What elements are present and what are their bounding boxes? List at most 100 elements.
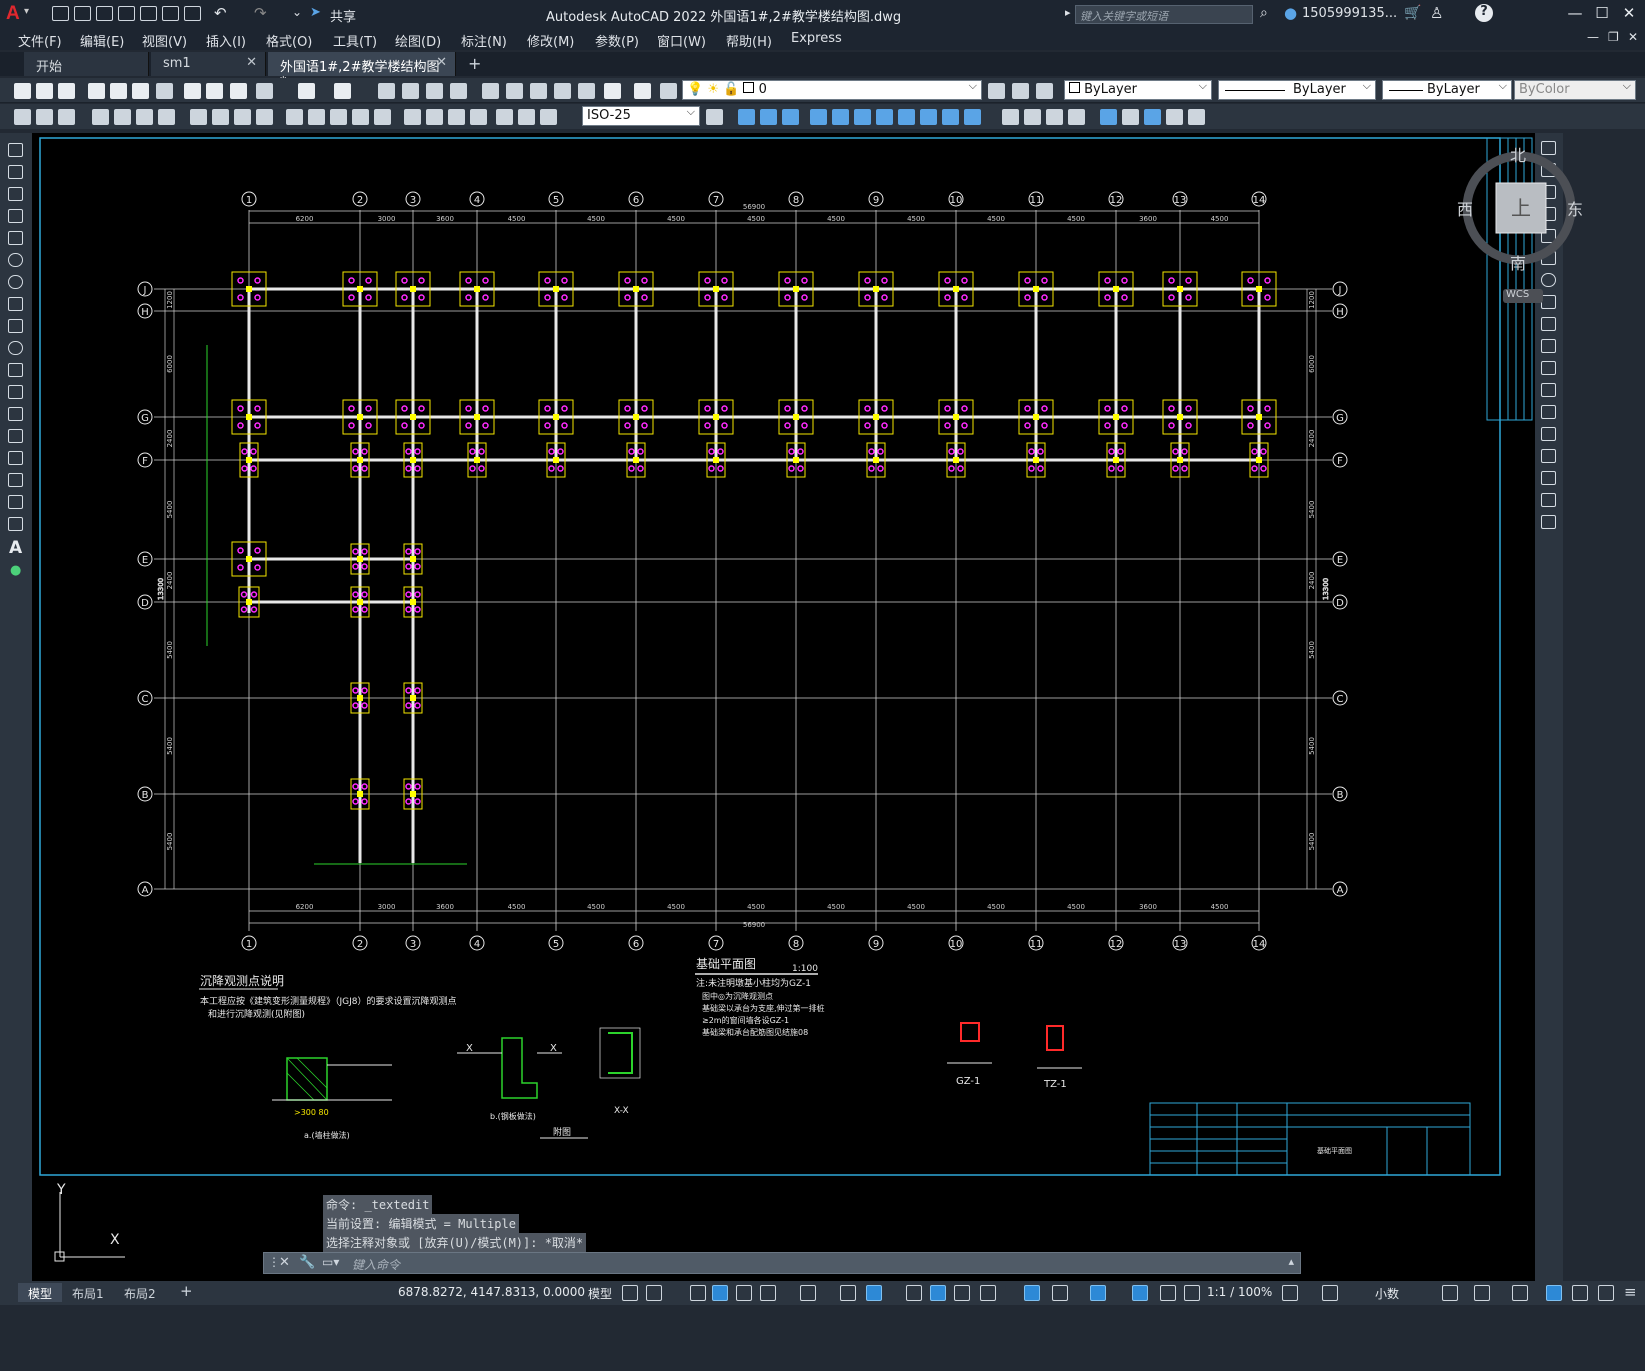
autodesk-account-icon[interactable]: ♙ (1430, 4, 1443, 22)
table-icon[interactable] (8, 517, 23, 531)
offset-faces-icon[interactable] (854, 109, 871, 125)
quick-properties-icon[interactable] (1442, 1285, 1458, 1301)
menu-format[interactable]: 格式(O) (266, 31, 312, 50)
hatch-icon[interactable] (8, 451, 23, 465)
explode-icon[interactable] (1541, 515, 1556, 529)
grid-toggle-icon[interactable] (622, 1285, 638, 1301)
minimize-button[interactable]: — (1565, 4, 1585, 24)
share-button[interactable]: 共享 (330, 6, 356, 25)
union-icon[interactable] (738, 109, 755, 125)
auto-scale-icon[interactable] (1160, 1285, 1176, 1301)
imprint-icon[interactable] (1002, 109, 1019, 125)
wcs-menu[interactable]: WCS (1503, 289, 1543, 303)
search-expand-icon[interactable]: ▸ (1065, 6, 1071, 19)
color-edges-icon[interactable] (1166, 109, 1183, 125)
dim-text-edit-icon[interactable] (518, 109, 535, 125)
compass-east[interactable]: 东 (1567, 196, 1583, 220)
user-icon[interactable]: ● (1284, 4, 1297, 22)
linetype-dropdown[interactable]: ByLayer (1218, 79, 1376, 100)
object-snap-icon[interactable] (866, 1285, 882, 1301)
doc-minimize-icon[interactable]: — (1587, 30, 1599, 44)
trim-icon[interactable] (1541, 339, 1556, 353)
circle-icon[interactable] (8, 275, 23, 289)
help-icon[interactable]: ? (1475, 4, 1493, 22)
save-icon[interactable] (96, 6, 113, 21)
check-icon[interactable] (1100, 109, 1117, 125)
construction-line-icon[interactable] (8, 165, 23, 179)
recent-commands-icon[interactable]: ▭▾ (322, 1255, 339, 1269)
fullscreen-icon[interactable] (1598, 1285, 1614, 1301)
layer-dropdown[interactable]: 💡 ☀ 🔓 0 (682, 79, 982, 100)
plotstyle-dropdown[interactable]: ByColor (1514, 79, 1636, 100)
compass-south[interactable]: 南 (1510, 250, 1526, 274)
layout-tab-1[interactable]: 布局1 (62, 1283, 114, 1302)
point-icon[interactable] (8, 429, 23, 443)
mtext-icon[interactable]: A (9, 538, 22, 558)
extrude-faces-icon[interactable] (810, 109, 827, 125)
annotation-scale-icon[interactable] (1184, 1285, 1200, 1301)
close-tab-icon[interactable]: ✕ (246, 55, 257, 70)
layer-properties-icon[interactable] (660, 83, 677, 99)
dim-edit-icon[interactable] (496, 109, 513, 125)
menu-dimension[interactable]: 标注(N) (461, 31, 507, 50)
radius-dim-icon[interactable] (190, 109, 207, 125)
jogged-dim-icon[interactable] (212, 109, 229, 125)
menu-insert[interactable]: 插入(I) (206, 31, 246, 50)
region-icon[interactable] (8, 495, 23, 509)
quick-dim-icon[interactable] (286, 109, 303, 125)
polygon-icon[interactable] (8, 209, 23, 223)
dim-update-icon[interactable] (540, 109, 557, 125)
ordinate-dim-icon[interactable] (158, 109, 175, 125)
aligned-dim-icon[interactable] (114, 109, 131, 125)
graphics-performance-icon[interactable] (1546, 1285, 1562, 1301)
dynamic-input-icon[interactable] (712, 1285, 728, 1301)
linear-dim-icon[interactable] (92, 109, 109, 125)
menu-window[interactable]: 窗口(W) (657, 31, 706, 50)
selection-filter-icon[interactable] (1052, 1285, 1068, 1301)
make-current-layer-icon[interactable] (988, 83, 1005, 99)
publish-icon[interactable] (132, 83, 149, 99)
join-icon[interactable] (1541, 427, 1556, 441)
save-as-icon[interactable] (118, 6, 135, 21)
doc-close-icon[interactable]: ✕ (1628, 30, 1638, 44)
plot-icon[interactable] (184, 6, 201, 21)
search-icon[interactable]: ⌕ (1260, 5, 1268, 21)
redo-icon[interactable] (334, 83, 351, 99)
make-block-icon[interactable] (8, 407, 23, 421)
3d-osnap-icon[interactable] (980, 1285, 996, 1301)
preview-icon[interactable] (110, 83, 127, 99)
copy-icon[interactable] (206, 83, 223, 99)
menu-modify[interactable]: 修改(M) (527, 31, 574, 50)
tolerance-icon[interactable] (404, 109, 421, 125)
properties-icon[interactable] (482, 83, 499, 99)
selection-cycling-icon[interactable] (954, 1285, 970, 1301)
cut-icon[interactable] (184, 83, 201, 99)
workspace-gear-icon[interactable] (1282, 1285, 1298, 1301)
drawing-svg[interactable]: 6200 6200 3000 3000 3600 3600 4500 4500 4500 4500… (32, 133, 1535, 1187)
gizmo-icon[interactable] (1090, 1285, 1106, 1301)
expand-history-icon[interactable]: ▴ (1288, 1255, 1294, 1268)
move-faces-icon[interactable] (832, 109, 849, 125)
table-style-icon[interactable] (58, 109, 75, 125)
tab-sm1[interactable]: sm1 ✕ (151, 52, 266, 76)
separate-icon[interactable] (1046, 109, 1063, 125)
layout-tab-2[interactable]: 布局2 (114, 1283, 166, 1302)
open-file-icon[interactable] (74, 6, 91, 21)
paste-icon[interactable] (230, 83, 247, 99)
menu-edit[interactable]: 编辑(E) (80, 31, 124, 50)
dim-style-icon[interactable] (36, 109, 53, 125)
delete-faces-icon[interactable] (876, 109, 893, 125)
drawing-canvas[interactable]: 6200 6200 3000 3000 3600 3600 4500 4500 4500 4500… (32, 133, 1535, 1187)
ortho-icon[interactable] (736, 1285, 752, 1301)
arc-icon[interactable] (8, 253, 23, 267)
object-snap-tracking-icon[interactable] (840, 1285, 856, 1301)
user-name[interactable]: 1505999135... (1302, 6, 1397, 21)
center-mark-icon[interactable] (426, 109, 443, 125)
transparency-icon[interactable] (930, 1285, 946, 1301)
save-icon[interactable] (58, 83, 75, 99)
tab-drawing[interactable]: 外国语1#,2#教学楼结构图*✕ (268, 52, 456, 90)
rectangle-icon[interactable] (8, 231, 23, 245)
line-icon[interactable] (8, 143, 23, 157)
color-faces-icon[interactable] (964, 109, 981, 125)
pan-icon[interactable] (378, 83, 395, 99)
